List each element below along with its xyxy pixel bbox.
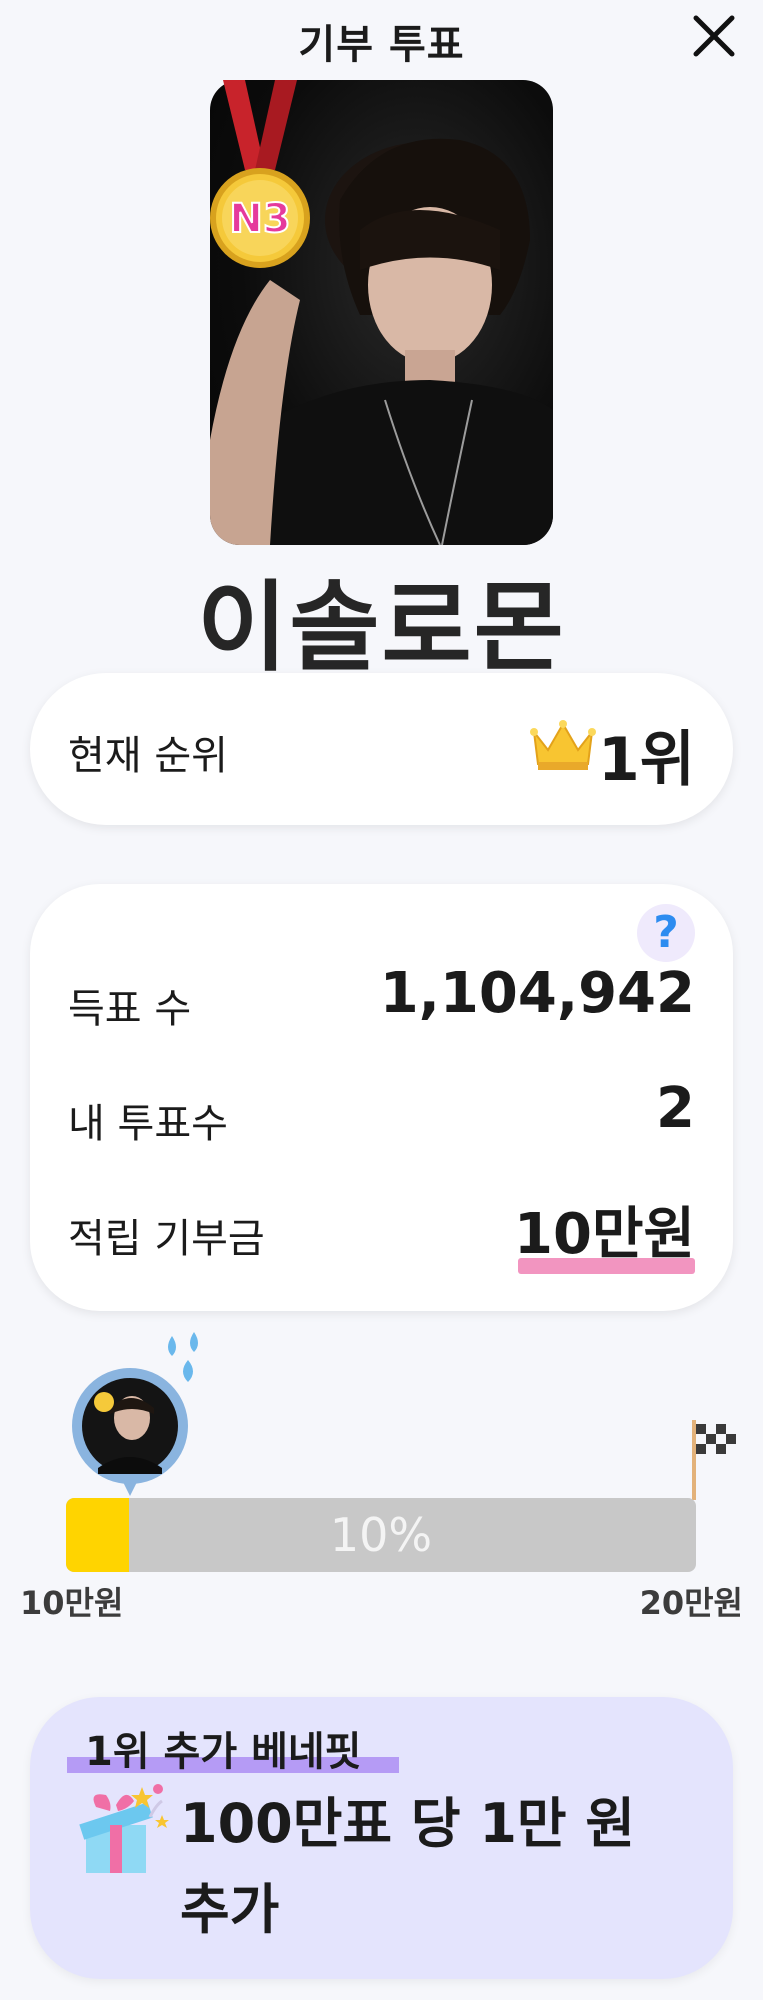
- rank-card: 현재 순위 1위: [30, 673, 733, 825]
- page-title: 기부 투표: [298, 22, 465, 68]
- progress-min-label: 10만원: [20, 1584, 124, 1622]
- medal-label: N3: [229, 196, 290, 242]
- votes-label: 득표 수: [68, 986, 192, 1032]
- close-icon: [693, 15, 735, 57]
- votes-value: 1,104,942: [379, 961, 695, 1026]
- benefit-card: 1위 추가 베네핏 100만표 당 1만 원 추가: [30, 1697, 733, 1979]
- my-votes-label: 내 투표수: [68, 1101, 228, 1147]
- medal-badge: N3: [205, 80, 315, 280]
- gift-icon: [79, 1784, 169, 1873]
- rank-value: 1위: [598, 725, 695, 795]
- close-button[interactable]: [690, 12, 738, 60]
- crown-icon: [530, 720, 596, 770]
- my-votes-value: 2: [656, 1076, 695, 1141]
- stats-card: ? 득표 수 1,104,942 내 투표수 2 적립 기부금 10만원: [30, 884, 733, 1311]
- question-icon: ?: [653, 907, 679, 958]
- progress-max-label: 20만원: [639, 1584, 743, 1622]
- benefit-line-2: 추가: [180, 1878, 280, 1941]
- donation-value: 10만원: [514, 1202, 695, 1267]
- progress-percent: 10%: [329, 1508, 433, 1562]
- artist-name: 이솔로몬: [197, 571, 566, 685]
- finish-flag-icon: [692, 1420, 736, 1500]
- header: 기부 투표: [0, 0, 763, 72]
- benefit-line-1: 100만표 당 1만 원: [180, 1792, 636, 1855]
- rank-label: 현재 순위: [68, 733, 228, 779]
- help-button[interactable]: ?: [637, 904, 695, 962]
- donation-label: 적립 기부금: [68, 1216, 265, 1262]
- avatar-pin: [70, 1368, 190, 1498]
- benefit-title: 1위 추가 베네핏: [85, 1729, 362, 1775]
- donation-progress-bar: 10%: [66, 1498, 696, 1572]
- benefit-description: 100만표 당 1만 원 추가: [180, 1781, 680, 1953]
